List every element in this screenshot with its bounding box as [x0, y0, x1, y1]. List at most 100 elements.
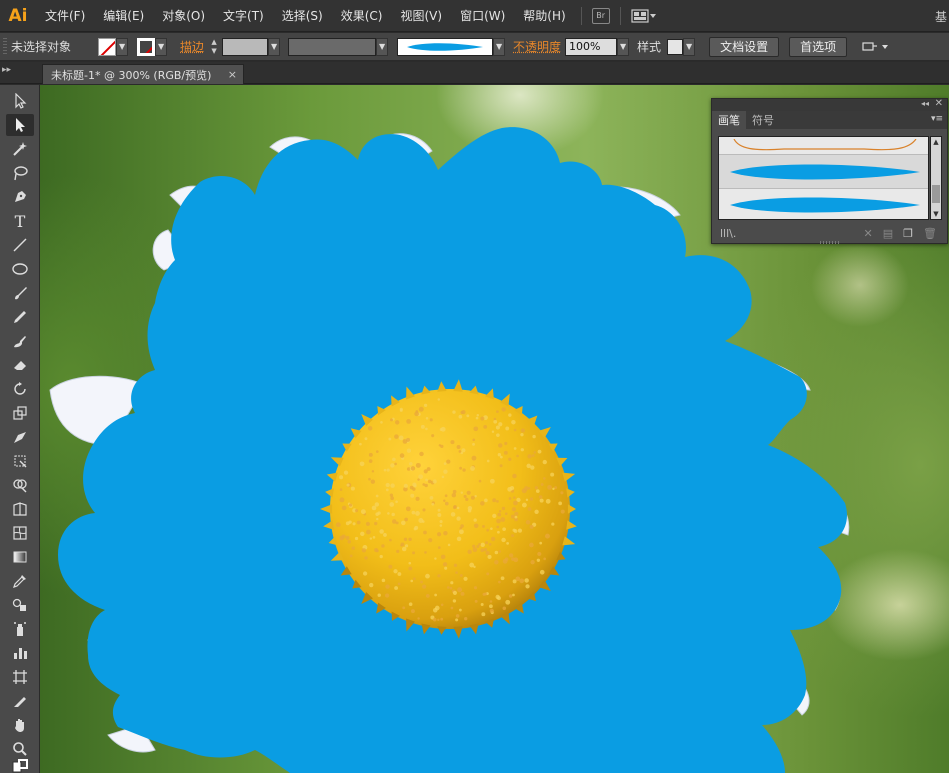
center-dot: [512, 473, 517, 479]
graphic-style-swatch[interactable]: [667, 38, 684, 55]
selection-tool-icon[interactable]: [6, 90, 34, 112]
gradient-tool-icon[interactable]: [6, 546, 34, 568]
perspective-grid-tool-icon[interactable]: [6, 498, 34, 520]
menu-edit[interactable]: 编辑(E): [94, 7, 153, 24]
type-tool-icon[interactable]: T: [6, 210, 34, 232]
menu-file[interactable]: 文件(F): [36, 7, 94, 24]
brush-definition[interactable]: [397, 37, 494, 56]
center-dot: [374, 502, 380, 507]
stroke-swatch[interactable]: [137, 37, 156, 56]
document-tab[interactable]: 未标题-1* @ 300% (RGB/预览) ×: [42, 64, 244, 84]
panel-resize-grip[interactable]: [820, 241, 840, 244]
blend-tool-icon[interactable]: [6, 594, 34, 616]
line-segment-tool-icon[interactable]: [6, 234, 34, 256]
panel-menu-icon[interactable]: ▾≡: [931, 114, 943, 124]
column-graph-tool-icon[interactable]: [6, 642, 34, 664]
brush-item[interactable]: [719, 155, 928, 189]
ellipse-tool-icon[interactable]: [6, 258, 34, 280]
zoom-tool-icon[interactable]: [6, 738, 34, 760]
document-setup-button[interactable]: 文档设置: [709, 36, 780, 57]
variable-width-dropdown[interactable]: ▼: [376, 37, 389, 56]
eraser-tool-icon[interactable]: [6, 354, 34, 376]
brush-definition-dropdown[interactable]: ▼: [493, 37, 506, 56]
fill-swatch[interactable]: [98, 37, 117, 56]
menu-type[interactable]: 文字(T): [214, 7, 273, 24]
close-panel-icon[interactable]: ✕: [935, 98, 943, 109]
warp-tool-icon[interactable]: [6, 426, 34, 448]
fill-dropdown[interactable]: ▼: [116, 37, 129, 56]
lasso-tool-icon[interactable]: [6, 162, 34, 184]
blob-brush-tool-icon[interactable]: [6, 330, 34, 352]
artboard-tool-icon[interactable]: [6, 666, 34, 688]
stroke-label[interactable]: 描边: [180, 38, 204, 55]
center-dot: [394, 586, 399, 590]
delete-brush-icon[interactable]: 🗑: [923, 227, 937, 240]
brush-list-scrollbar[interactable]: ▲ ▼: [930, 136, 942, 220]
fill-stroke-swatch[interactable]: [6, 759, 34, 773]
magic-wand-tool-icon[interactable]: [6, 138, 34, 160]
variable-width-profile[interactable]: [288, 37, 377, 56]
remove-brush-stroke-icon[interactable]: ✕: [864, 227, 873, 240]
scroll-thumb[interactable]: [932, 185, 940, 203]
menu-window[interactable]: 窗口(W): [451, 7, 514, 24]
direct-selection-tool-icon[interactable]: [6, 114, 34, 136]
paintbrush-tool-icon[interactable]: [6, 282, 34, 304]
center-dot: [383, 468, 387, 472]
center-dot: [446, 459, 451, 464]
brush-libraries-menu-icon[interactable]: lll\.: [720, 227, 736, 240]
stroke-weight-dropdown[interactable]: ▼: [268, 37, 281, 56]
graphic-style-dropdown[interactable]: ▼: [683, 37, 696, 56]
center-dot: [394, 462, 397, 466]
scroll-up-icon[interactable]: ▲: [931, 137, 941, 147]
opacity-dropdown[interactable]: ▼: [617, 37, 630, 56]
center-dot: [371, 470, 375, 473]
free-transform-tool-icon[interactable]: [6, 450, 34, 472]
stroke-weight-field[interactable]: [222, 37, 269, 56]
stroke-dropdown[interactable]: ▼: [155, 37, 168, 56]
brush-options-icon[interactable]: ▤: [883, 227, 893, 240]
control-bar-grip[interactable]: [3, 37, 7, 56]
preferences-button[interactable]: 首选项: [789, 36, 848, 57]
bridge-button[interactable]: Br: [591, 6, 610, 26]
menu-select[interactable]: 选择(S): [273, 7, 332, 24]
eyedropper-tool-icon[interactable]: [6, 570, 34, 592]
center-dot: [514, 511, 519, 516]
center-dot: [413, 484, 417, 488]
opacity-field[interactable]: 100%: [565, 37, 618, 56]
opacity-label[interactable]: 不透明度: [513, 38, 561, 55]
brush-item[interactable]: [719, 137, 928, 155]
tab-brushes[interactable]: 画笔: [712, 111, 746, 129]
collapse-panel-icon[interactable]: ◂◂: [921, 99, 929, 108]
pen-tool-icon[interactable]: [6, 186, 34, 208]
pencil-tool-icon[interactable]: [6, 306, 34, 328]
panel-titlebar[interactable]: ◂◂ ✕: [712, 98, 947, 111]
arrange-documents-button[interactable]: [631, 6, 657, 26]
rotate-tool-icon[interactable]: [6, 378, 34, 400]
menu-view[interactable]: 视图(V): [391, 7, 451, 24]
menu-object[interactable]: 对象(O): [153, 7, 214, 24]
scroll-down-icon[interactable]: ▼: [931, 209, 941, 219]
center-dot: [348, 520, 352, 524]
new-brush-icon[interactable]: ❐: [903, 227, 913, 240]
mesh-tool-icon[interactable]: [6, 522, 34, 544]
workspace-switcher[interactable]: 基: [935, 8, 949, 25]
stroke-weight-stepper[interactable]: ▲ ▼: [208, 38, 220, 56]
close-document-icon[interactable]: ×: [228, 68, 237, 81]
center-dot: [427, 479, 432, 484]
center-dot: [455, 614, 460, 618]
scale-tool-icon[interactable]: [6, 402, 34, 424]
shape-builder-tool-icon[interactable]: [6, 474, 34, 496]
brush-item[interactable]: [719, 189, 928, 219]
center-dot: [483, 424, 488, 429]
center-dot: [513, 500, 518, 506]
control-panel-menu-button[interactable]: [861, 37, 891, 57]
expand-panels-icon[interactable]: ▸▸: [2, 65, 11, 75]
menu-help[interactable]: 帮助(H): [514, 7, 574, 24]
hand-tool-icon[interactable]: [6, 714, 34, 736]
tab-symbols[interactable]: 符号: [746, 111, 780, 129]
center-dot: [513, 428, 517, 432]
menu-effect[interactable]: 效果(C): [332, 7, 392, 24]
slice-tool-icon[interactable]: [6, 690, 34, 712]
center-dot: [459, 574, 463, 577]
symbol-sprayer-tool-icon[interactable]: [6, 618, 34, 640]
